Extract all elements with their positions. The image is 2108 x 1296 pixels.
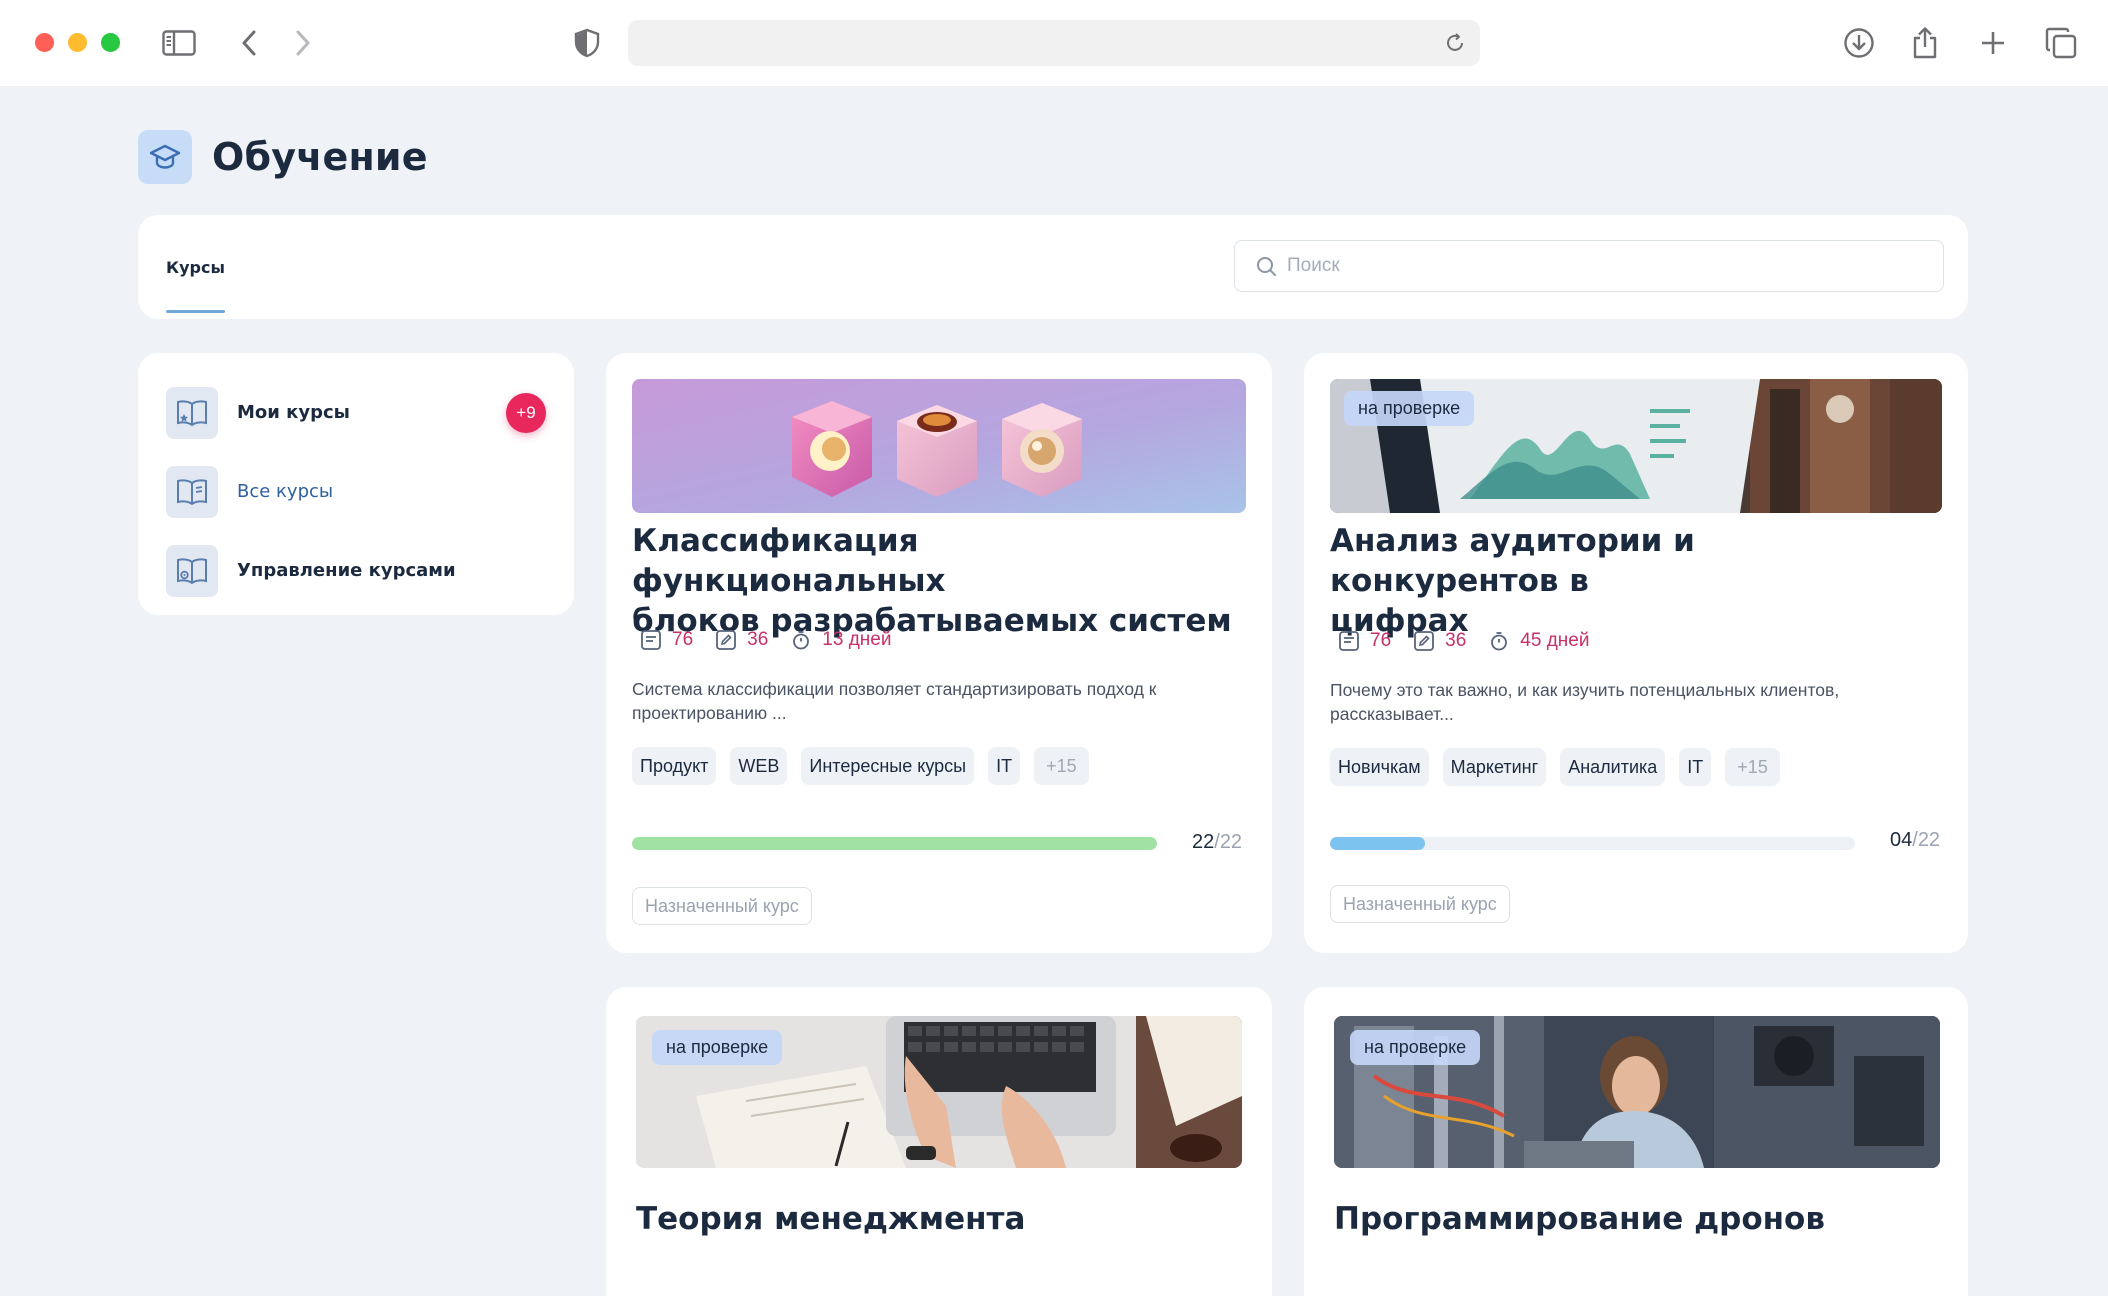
tag[interactable]: IT	[1679, 748, 1712, 786]
more-tags[interactable]: +15	[1725, 748, 1780, 786]
course-title: Программирование дронов	[1334, 1201, 1825, 1237]
search-input[interactable]	[1287, 255, 1907, 277]
sidebar-item-manage-courses[interactable]: Управление курсами	[166, 531, 546, 610]
progress-count: 04/22	[1890, 829, 1941, 851]
status-badge: на проверке	[652, 1030, 783, 1065]
course-image: на проверке	[1334, 1016, 1940, 1168]
document-icon	[641, 630, 661, 650]
tag[interactable]: WEB	[730, 747, 788, 785]
tag-list: Новичкам Маркетинг Аналитика IT +15	[1330, 748, 1794, 786]
course-description: Система классификации позволяет стандарт…	[632, 679, 1157, 723]
course-card[interactable]: на проверке Анализ аудитории и конкурент…	[1304, 353, 1968, 953]
book-settings-icon	[166, 544, 218, 597]
status-badge: на проверке	[1344, 391, 1475, 426]
tag[interactable]: Продукт	[632, 747, 717, 785]
course-title: Анализ аудитории и конкурентов в цифрах	[1330, 523, 1695, 639]
reload-icon[interactable]	[1440, 28, 1470, 58]
course-stats: 76 36 13 дней	[640, 629, 913, 651]
forward-icon[interactable]	[282, 22, 324, 64]
course-title: Теория менеджмента	[636, 1201, 1026, 1237]
share-icon[interactable]	[1904, 22, 1946, 64]
progress-fill	[632, 837, 1157, 850]
book-icon	[166, 465, 218, 518]
assigned-course-label: Назначенный курс	[632, 887, 812, 925]
progress-count: 22/22	[1192, 831, 1243, 853]
sidebar-item-all-courses[interactable]: Все курсы	[166, 452, 546, 531]
course-image: на проверке	[1330, 379, 1942, 513]
graduation-cap-icon	[138, 130, 192, 184]
tag[interactable]: Интересные курсы	[801, 747, 975, 785]
tasks-stat: 36	[715, 629, 768, 651]
sidebar-item-my-courses[interactable]: Мои курсы +9	[166, 373, 546, 452]
progress-fill	[1330, 837, 1425, 850]
tasks-stat: 36	[1413, 630, 1466, 652]
duration-stat: 13 дней	[790, 629, 891, 651]
duration-stat: 45 дней	[1488, 630, 1589, 652]
page-header: Обучение	[138, 129, 428, 185]
sidebar-item-label: Мои курсы	[237, 402, 350, 423]
timer-icon	[1491, 632, 1508, 651]
notification-badge: +9	[506, 393, 546, 433]
course-card[interactable]: на проверке Теория менеджмента	[606, 987, 1272, 1296]
course-description: Почему это так важно, и как изучить поте…	[1330, 680, 1840, 724]
sidebar-toggle-icon[interactable]	[158, 22, 200, 64]
course-title: Классификация функциональных блоков разр…	[632, 523, 1232, 639]
tag[interactable]: IT	[988, 747, 1021, 785]
sidebar: Мои курсы +9 Все курсы Управление курсам…	[138, 353, 574, 615]
progress-bar	[632, 837, 1157, 850]
close-window-button[interactable]	[35, 33, 54, 52]
lessons-stat: 76	[1338, 630, 1391, 652]
edit-icon	[716, 630, 737, 650]
browser-toolbar	[0, 0, 2108, 87]
page-content: Обучение Курсы Мои курсы +9 Все курсы	[0, 87, 2108, 1296]
tabs-overview-icon[interactable]	[2040, 22, 2082, 64]
cube-shape	[792, 401, 872, 497]
address-bar[interactable]	[628, 20, 1480, 66]
sidebar-item-label: Управление курсами	[237, 560, 456, 581]
more-tags[interactable]: +15	[1034, 747, 1089, 785]
book-star-icon	[166, 386, 218, 439]
tag[interactable]: Новичкам	[1330, 748, 1429, 786]
search-field[interactable]	[1234, 240, 1944, 292]
status-badge: на проверке	[1350, 1030, 1481, 1065]
maximize-window-button[interactable]	[101, 33, 120, 52]
sidebar-item-label: Все курсы	[237, 481, 334, 502]
document-icon	[1339, 631, 1359, 651]
new-tab-icon[interactable]	[1972, 22, 2014, 64]
shield-icon[interactable]	[566, 22, 608, 64]
back-icon[interactable]	[228, 22, 270, 64]
tabs-bar: Курсы	[138, 215, 1968, 319]
timer-icon	[793, 631, 810, 650]
assigned-course-label: Назначенный курс	[1330, 885, 1510, 923]
tag[interactable]: Маркетинг	[1442, 748, 1547, 786]
edit-icon	[1414, 631, 1435, 651]
progress-bar	[1330, 837, 1855, 850]
course-card[interactable]: Классификация функциональных блоков разр…	[606, 353, 1272, 953]
course-image: на проверке	[636, 1016, 1242, 1168]
course-image	[632, 379, 1246, 513]
tag[interactable]: Аналитика	[1560, 748, 1666, 786]
tab-courses[interactable]: Курсы	[166, 215, 225, 319]
download-icon[interactable]	[1838, 22, 1880, 64]
search-icon	[1255, 255, 1277, 277]
page-title: Обучение	[212, 135, 428, 179]
tag-list: Продукт WEB Интересные курсы IT +15	[632, 747, 1103, 785]
course-card[interactable]: на проверке Программирование дронов	[1304, 987, 1968, 1296]
course-stats: 76 36 45 дней	[1338, 630, 1611, 652]
lessons-stat: 76	[640, 629, 693, 651]
tab-courses-label: Курсы	[166, 257, 225, 277]
minimize-window-button[interactable]	[68, 33, 87, 52]
